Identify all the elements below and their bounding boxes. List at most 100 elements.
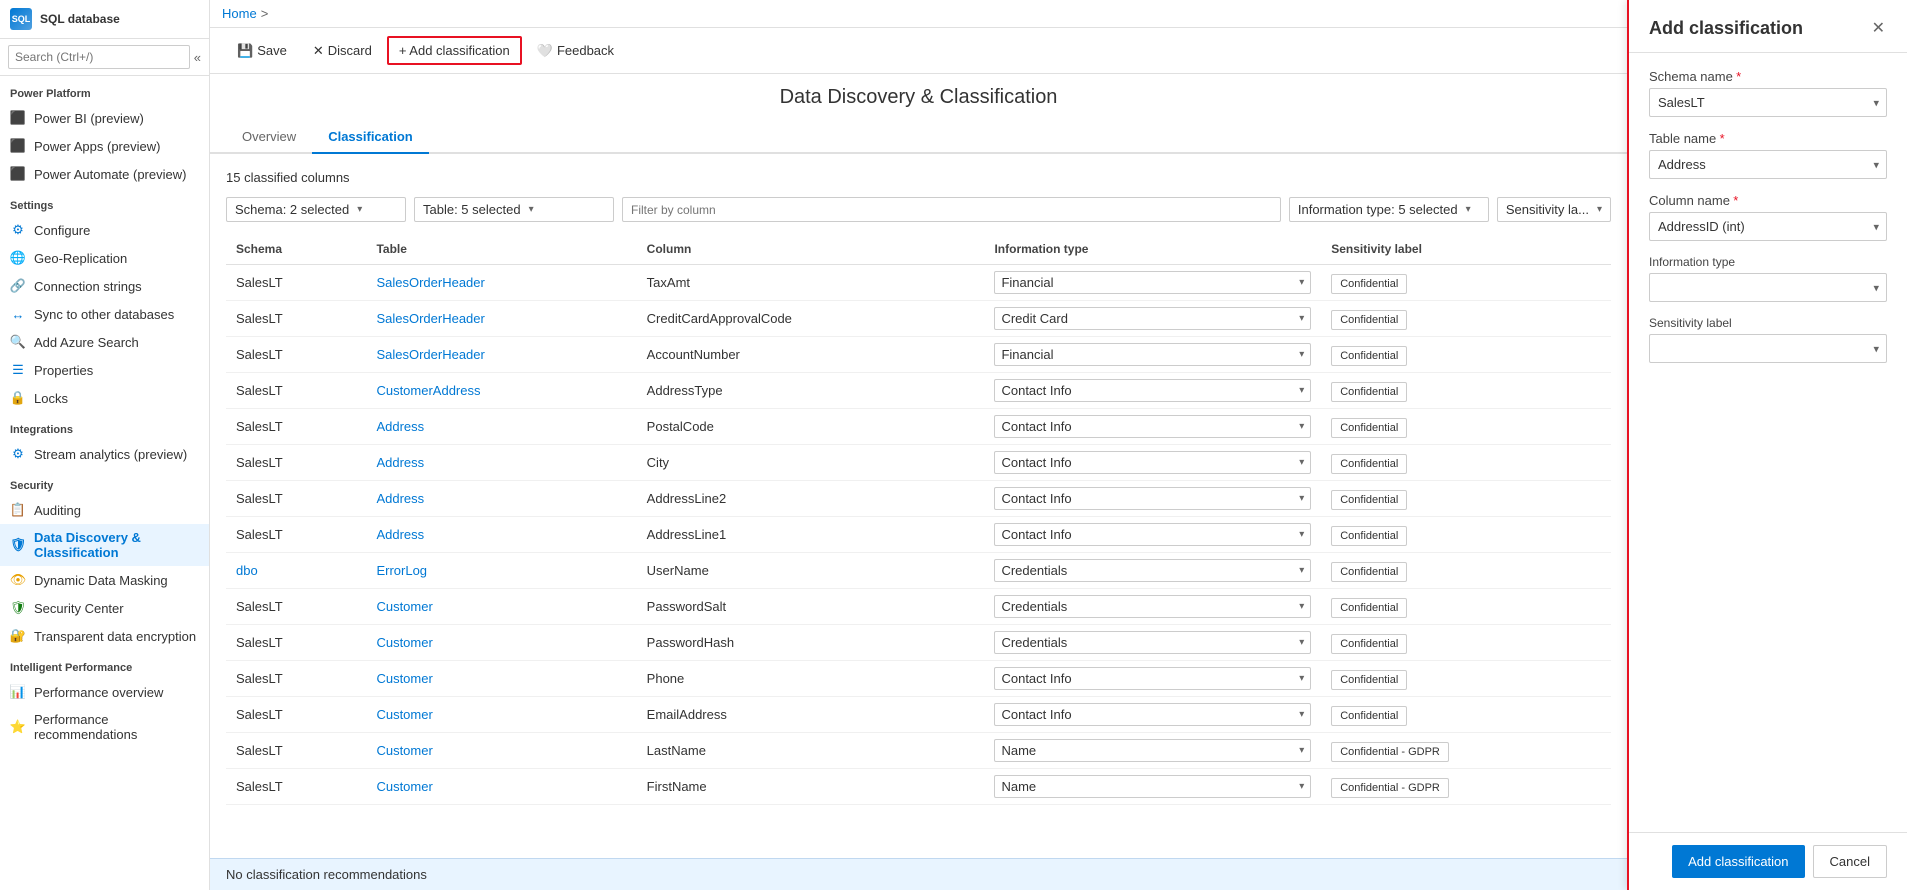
schema-link-8[interactable]: dbo (236, 563, 258, 578)
table-link-4[interactable]: Address (376, 419, 424, 434)
cell-sensitivity-4: Confidential (1321, 409, 1611, 445)
table-row: SalesLTCustomerFirstName Name ▾ Confiden… (226, 769, 1611, 805)
sidebar-item-label-connection-strings: Connection strings (34, 279, 142, 294)
sidebar-item-transparent-data-encryption[interactable]: 🔐Transparent data encryption (0, 622, 209, 650)
table-filter[interactable]: Table: 5 selected ▾ (414, 197, 614, 222)
info-type-dropdown-2[interactable]: Financial ▾ (994, 343, 1311, 366)
col-column: Column (637, 234, 985, 265)
cell-table-9: Customer (366, 589, 636, 625)
app-logo: SQL (10, 8, 32, 30)
table-link-3[interactable]: CustomerAddress (376, 383, 480, 398)
table-row: SalesLTCustomerPasswordHash Credentials … (226, 625, 1611, 661)
column-field-group: Column name * AddressID (int) AddressLin… (1649, 193, 1887, 241)
table-link-7[interactable]: Address (376, 527, 424, 542)
sidebar-item-connection-strings[interactable]: 🔗Connection strings (0, 272, 209, 300)
info-type-dropdown-12[interactable]: Contact Info ▾ (994, 703, 1311, 726)
breadcrumb-home[interactable]: Home (222, 6, 257, 21)
table-link-9[interactable]: Customer (376, 599, 432, 614)
table-link-10[interactable]: Customer (376, 635, 432, 650)
filter-row: Schema: 2 selected ▾ Table: 5 selected ▾… (226, 197, 1611, 222)
sidebar-item-power-bi[interactable]: ⬛Power BI (preview) (0, 104, 209, 132)
sensitivity-select[interactable]: Confidential Confidential - GDPR Public (1649, 334, 1887, 363)
column-select[interactable]: AddressID (int) AddressLine1 AddressLine… (1649, 212, 1887, 241)
schema-filter[interactable]: Schema: 2 selected ▾ (226, 197, 406, 222)
tab-overview[interactable]: Overview (226, 121, 312, 154)
table-row: SalesLTSalesOrderHeaderAccountNumber Fin… (226, 337, 1611, 373)
table-link-8[interactable]: ErrorLog (376, 563, 427, 578)
no-recommendations-text: No classification recommendations (226, 867, 427, 882)
sidebar: SQL SQL database « Power Platform⬛Power … (0, 0, 210, 890)
sidebar-item-geo-replication[interactable]: 🌐Geo-Replication (0, 244, 209, 272)
info-type-dropdown-8[interactable]: Credentials ▾ (994, 559, 1311, 582)
sidebar-item-sync-databases[interactable]: ↔Sync to other databases (0, 300, 209, 328)
sidebar-item-data-discovery[interactable]: 🛡Data Discovery & Classification (0, 524, 209, 566)
panel-cancel-button[interactable]: Cancel (1813, 845, 1887, 878)
cell-table-1: SalesOrderHeader (366, 301, 636, 337)
sidebar-item-dynamic-data-masking[interactable]: 👁Dynamic Data Masking (0, 566, 209, 594)
info-type-value-0: Financial (1001, 275, 1053, 290)
column-filter[interactable] (622, 197, 1281, 222)
cell-schema-9: SalesLT (226, 589, 366, 625)
cell-sensitivity-1: Confidential (1321, 301, 1611, 337)
info-type-dropdown-4[interactable]: Contact Info ▾ (994, 415, 1311, 438)
search-input[interactable] (8, 45, 190, 69)
sidebar-item-label-power-automate: Power Automate (preview) (34, 167, 186, 182)
info-type-value-10: Credentials (1001, 635, 1067, 650)
sidebar-item-properties[interactable]: ☰Properties (0, 356, 209, 384)
sidebar-item-label-stream-analytics: Stream analytics (preview) (34, 447, 187, 462)
info-type-dropdown-1[interactable]: Credit Card ▾ (994, 307, 1311, 330)
save-label: Save (257, 43, 287, 58)
table-link-11[interactable]: Customer (376, 671, 432, 686)
table-link-14[interactable]: Customer (376, 779, 432, 794)
info-type-dropdown-9[interactable]: Credentials ▾ (994, 595, 1311, 618)
feedback-button[interactable]: 🤍 Feedback (526, 37, 625, 65)
table-select[interactable]: Address Customer CustomerAddress ErrorLo… (1649, 150, 1887, 179)
table-link-13[interactable]: Customer (376, 743, 432, 758)
info-type-dropdown-13[interactable]: Name ▾ (994, 739, 1311, 762)
cell-sensitivity-10: Confidential (1321, 625, 1611, 661)
info-type-dropdown-3[interactable]: Contact Info ▾ (994, 379, 1311, 402)
panel-close-button[interactable]: ✕ (1870, 16, 1887, 40)
collapse-icon[interactable]: « (194, 50, 201, 65)
info-type-dropdown-0[interactable]: Financial ▾ (994, 271, 1311, 294)
info-type-dropdown-11[interactable]: Contact Info ▾ (994, 667, 1311, 690)
sidebar-section-power-platform: Power Platform (0, 76, 209, 104)
sidebar-item-performance-recommendations[interactable]: ⭐Performance recommendations (0, 706, 209, 748)
cell-table-10: Customer (366, 625, 636, 661)
sidebar-item-power-automate[interactable]: ⬛Power Automate (preview) (0, 160, 209, 188)
sidebar-item-security-center[interactable]: 🛡Security Center (0, 594, 209, 622)
info-type-dropdown-5[interactable]: Contact Info ▾ (994, 451, 1311, 474)
table-link-12[interactable]: Customer (376, 707, 432, 722)
breadcrumb-separator: > (261, 6, 269, 21)
table-link-5[interactable]: Address (376, 455, 424, 470)
sidebar-item-auditing[interactable]: 📋Auditing (0, 496, 209, 524)
info-type-select[interactable]: Financial Credit Card Contact Info Crede… (1649, 273, 1887, 302)
table-link-6[interactable]: Address (376, 491, 424, 506)
sidebar-item-configure[interactable]: ⚙Configure (0, 216, 209, 244)
info-type-dropdown-6[interactable]: Contact Info ▾ (994, 487, 1311, 510)
sidebar-item-add-azure-search[interactable]: 🔍Add Azure Search (0, 328, 209, 356)
sidebar-item-performance-overview[interactable]: 📊Performance overview (0, 678, 209, 706)
discard-button[interactable]: ✕ Discard (302, 37, 383, 65)
sensitivity-filter[interactable]: Sensitivity la... ▾ (1497, 197, 1611, 222)
discard-label: Discard (328, 43, 372, 58)
tab-classification[interactable]: Classification (312, 121, 429, 154)
panel-add-classification-button[interactable]: Add classification (1672, 845, 1804, 878)
table-link-1[interactable]: SalesOrderHeader (376, 311, 484, 326)
add-classification-button[interactable]: + Add classification (387, 36, 522, 65)
info-type-dropdown-10[interactable]: Credentials ▾ (994, 631, 1311, 654)
table-link-2[interactable]: SalesOrderHeader (376, 347, 484, 362)
save-button[interactable]: 💾 Save (226, 37, 298, 65)
sidebar-item-power-apps[interactable]: ⬛Power Apps (preview) (0, 132, 209, 160)
schema-select[interactable]: SalesLT dbo (1649, 88, 1887, 117)
cell-info-type-13: Name ▾ (984, 733, 1321, 769)
info-type-dropdown-14[interactable]: Name ▾ (994, 775, 1311, 798)
info-type-filter[interactable]: Information type: 5 selected ▾ (1289, 197, 1489, 222)
cell-sensitivity-13: Confidential - GDPR (1321, 733, 1611, 769)
sidebar-item-locks[interactable]: 🔒Locks (0, 384, 209, 412)
sidebar-item-stream-analytics[interactable]: ⚙Stream analytics (preview) (0, 440, 209, 468)
cell-schema-11: SalesLT (226, 661, 366, 697)
cell-column-2: AccountNumber (637, 337, 985, 373)
info-type-dropdown-7[interactable]: Contact Info ▾ (994, 523, 1311, 546)
table-link-0[interactable]: SalesOrderHeader (376, 275, 484, 290)
